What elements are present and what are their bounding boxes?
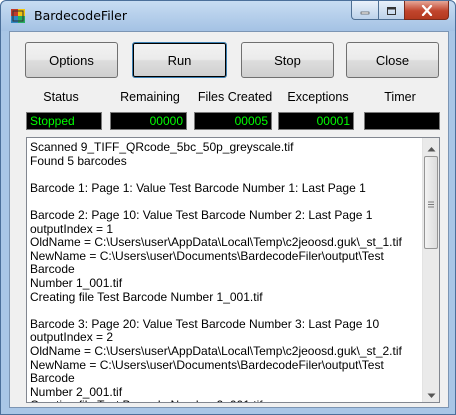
- log-line: NewName = C:\Users\user\Documents\Bardec…: [30, 357, 388, 386]
- files-created-value: 00005: [194, 112, 272, 130]
- exceptions-value: 00001: [278, 112, 354, 130]
- timer-label: Timer: [384, 90, 416, 104]
- log-line: NewName = C:\Users\user\Documents\Bardec…: [30, 248, 388, 277]
- maximize-icon: [386, 1, 397, 20]
- form-client-area: Options Run Stop Close Status Remaining …: [9, 31, 449, 408]
- scroll-grip-icon: [427, 193, 435, 212]
- status-label: Status: [43, 90, 79, 104]
- status-value: Stopped: [26, 112, 102, 130]
- close-window-button[interactable]: [404, 1, 449, 20]
- window-title: BardecodeFiler: [34, 8, 127, 23]
- files-created-label: Files Created: [197, 90, 273, 104]
- log-line: Creating file Test Barcode Number 1_001.…: [30, 289, 263, 304]
- minimize-button[interactable]: [351, 1, 378, 20]
- log-line: outputIndex = 2: [30, 330, 114, 345]
- run-button[interactable]: Run: [132, 42, 227, 78]
- timer-value: [364, 112, 440, 130]
- log-line: Number 1_001.tif: [30, 275, 123, 290]
- scroll-down-arrow-icon: [427, 384, 436, 402]
- log-line: Scanned 9_TIFF_QRcode_5bc_50p_greyscale.…: [30, 140, 294, 154]
- scroll-down-button[interactable]: [423, 385, 439, 402]
- scroll-thumb[interactable]: [424, 156, 438, 249]
- log-line: OldName = C:\Users\user\AppData\Local\Te…: [30, 343, 402, 358]
- close-button[interactable]: Close: [346, 42, 439, 78]
- log-content: Scanned 9_TIFF_QRcode_5bc_50p_greyscale.…: [30, 140, 422, 402]
- log-line: outputIndex = 1: [30, 221, 114, 236]
- log-line: Barcode 3: Page 20: Value Test Barcode N…: [30, 316, 380, 331]
- window-controls: [351, 1, 449, 21]
- exceptions-label: Exceptions: [287, 90, 349, 104]
- log-line: OldName = C:\Users\user\AppData\Local\Te…: [30, 235, 402, 250]
- minimize-icon: [360, 1, 370, 20]
- options-button[interactable]: Options: [25, 42, 118, 78]
- title-bar[interactable]: BardecodeFiler: [1, 1, 455, 31]
- remaining-value: 00000: [110, 112, 187, 130]
- barcode-app-icon: [10, 8, 26, 24]
- log-line: Creating file Test Barcode Number 2_001.…: [30, 399, 422, 402]
- log-textbox[interactable]: Scanned 9_TIFF_QRcode_5bc_50p_greyscale.…: [26, 137, 440, 403]
- remaining-label: Remaining: [120, 90, 180, 104]
- log-line: Barcode 2: Page 10: Value Test Barcode N…: [30, 207, 373, 222]
- main-window: BardecodeFiler Options Run Stop Close St…: [0, 0, 456, 415]
- close-icon: [421, 1, 433, 20]
- log-line: Found 5 barcodes: [30, 153, 127, 168]
- log-line: Number 2_001.tif: [30, 384, 123, 399]
- stop-button[interactable]: Stop: [241, 42, 334, 78]
- maximize-button[interactable]: [378, 1, 404, 20]
- vertical-scrollbar[interactable]: [422, 138, 439, 402]
- scroll-up-arrow-icon: [427, 138, 436, 156]
- scroll-up-button[interactable]: [423, 138, 439, 155]
- log-line: Barcode 1: Page 1: Value Test Barcode Nu…: [30, 180, 366, 195]
